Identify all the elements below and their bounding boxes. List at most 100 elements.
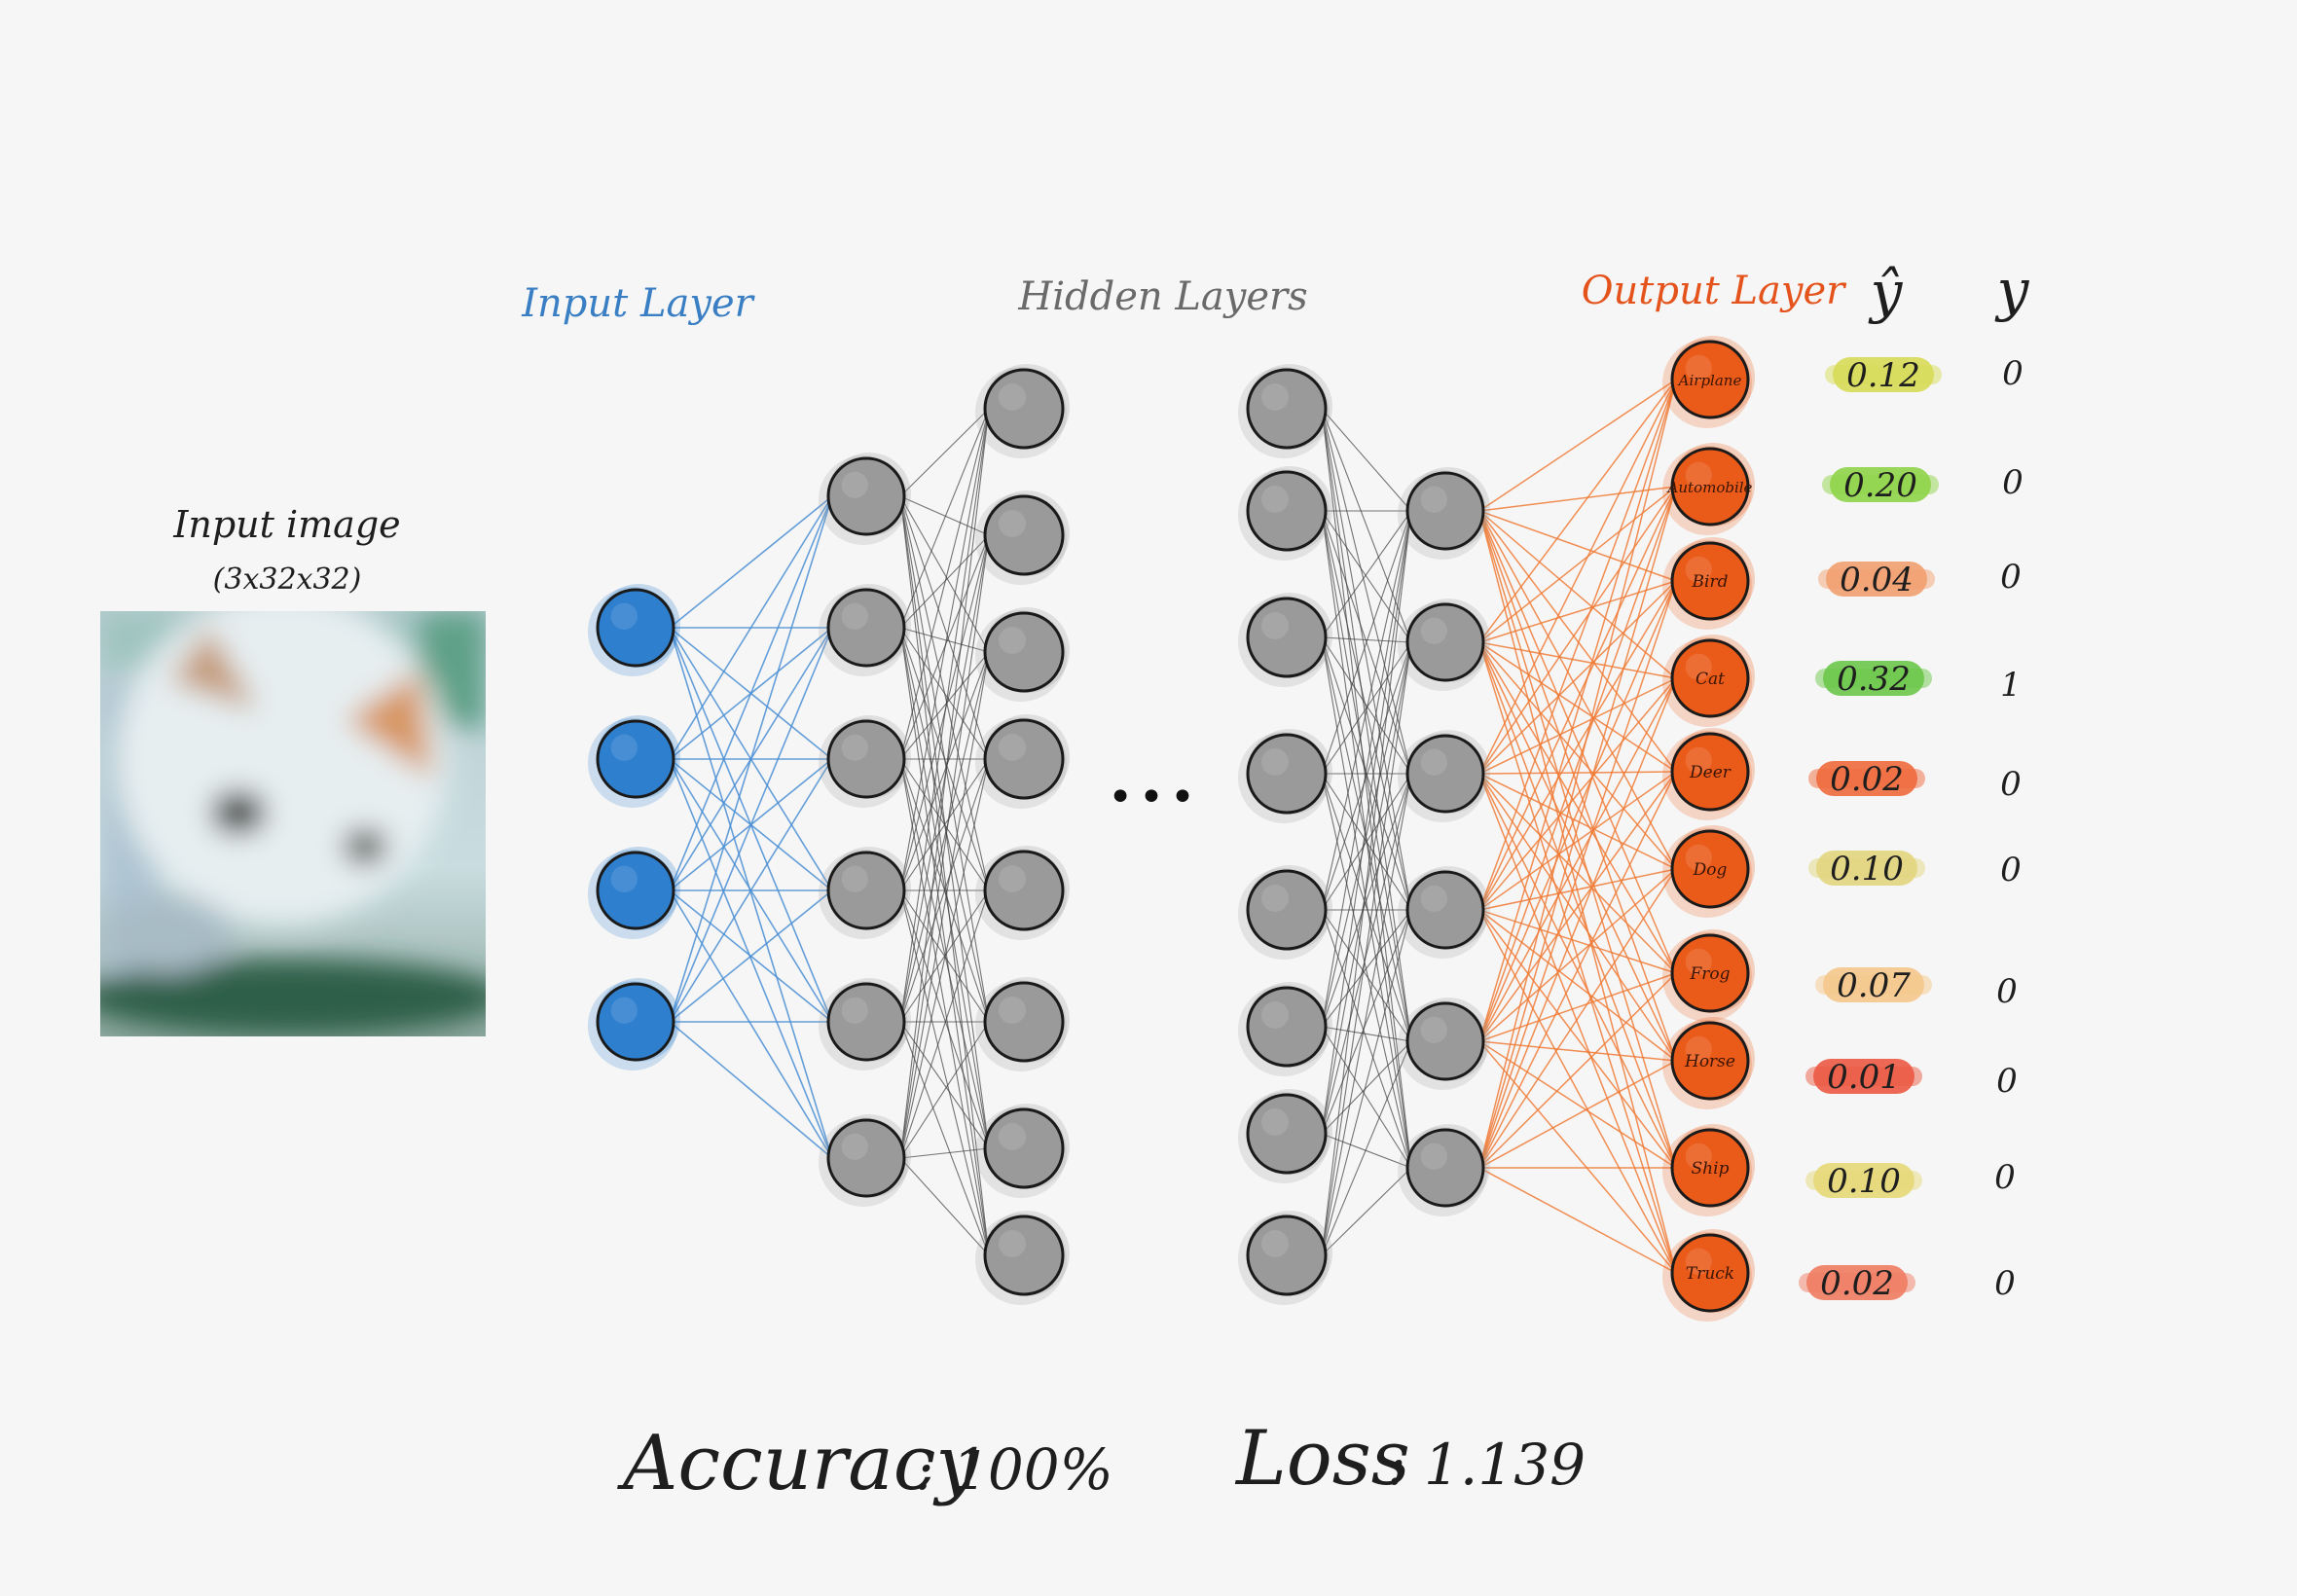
- hidden-hidden-edge: [1321, 1040, 1412, 1256]
- svg-text:0.02: 0.02: [1830, 760, 1904, 799]
- hidden-hidden-edge: [899, 408, 990, 1159]
- svg-text:0.07: 0.07: [1837, 966, 1911, 1005]
- hidden2-neuron: [975, 977, 1070, 1071]
- prediction-value: 0.10: [1805, 1162, 1922, 1201]
- target-value: 0: [1994, 1264, 2016, 1303]
- network-diagram: Airplane Automobile Bird Cat Deer Dog Frog Hors…: [0, 0, 2297, 1596]
- hidden-hidden-edge: [1321, 773, 1412, 1028]
- input-neuron: [588, 847, 680, 939]
- neuron-nodes: Airplane Automobile Bird Cat Deer Dog Frog Hors…: [588, 336, 1755, 1322]
- hidden-hidden-edge: [1321, 773, 1412, 1135]
- input-layer-title: Input Layer: [521, 281, 755, 326]
- input-neuron: [588, 715, 680, 808]
- hidden-output-edge: [1478, 641, 1677, 679]
- hidden-output-edge: [1478, 641, 1677, 1062]
- hidden-hidden-edge: [1321, 408, 1412, 512]
- target-value: 0: [2002, 463, 2024, 502]
- target-value: 0: [2000, 765, 2022, 804]
- hidden1-neuron: [819, 584, 911, 676]
- input-hidden-edge: [669, 495, 833, 629]
- hidden3-neuron: [1238, 982, 1332, 1076]
- hidden3-neuron: [1238, 1089, 1332, 1183]
- prediction-value: 0.07: [1815, 966, 1932, 1005]
- hidden-output-edge: [1478, 510, 1677, 1274]
- hidden1-neuron: [819, 453, 911, 545]
- svg-text:0.10: 0.10: [1827, 1162, 1901, 1201]
- hidden1-neuron: [819, 978, 911, 1070]
- hidden-hidden-edge: [899, 1157, 990, 1256]
- target-value: 1: [2000, 666, 2022, 705]
- output-class-label: Cat: [1695, 670, 1725, 689]
- hidden2-neuron: [975, 364, 1070, 458]
- hidden-output-edge: [1478, 1040, 1677, 1169]
- output-class-label: Truck: [1686, 1264, 1734, 1284]
- hidden4-neuron: [1398, 598, 1490, 691]
- hidden-output-edge: [1478, 486, 1677, 1169]
- hidden2-neuron: [975, 1211, 1070, 1305]
- output-class-label: Ship: [1692, 1159, 1730, 1179]
- hidden3-neuron: [1238, 364, 1332, 458]
- output-class-label: Airplane: [1677, 372, 1742, 389]
- output-class-label: Bird: [1692, 572, 1729, 592]
- hidden2-neuron: [975, 714, 1070, 809]
- prediction-value: 0.02: [1799, 1264, 1915, 1303]
- loss-value: : 1.139: [1387, 1432, 1586, 1498]
- hidden-hidden-edge: [1321, 773, 1412, 1042]
- hidden-output-edge: [1478, 379, 1677, 775]
- target-value: 0: [1996, 972, 2018, 1011]
- hidden3-neuron: [1238, 593, 1332, 687]
- target-value: 0: [1996, 1062, 2018, 1101]
- input-hidden-edge: [669, 889, 833, 1159]
- hidden4-neuron: [1398, 998, 1490, 1090]
- target-value: 0: [1994, 1158, 2016, 1197]
- output-class-label: Deer: [1689, 763, 1732, 782]
- output-class-label: Dog: [1693, 860, 1728, 880]
- input-neuron: [588, 978, 680, 1070]
- hidden-hidden-edge: [899, 534, 990, 629]
- hidden4-neuron: [1398, 467, 1490, 560]
- prediction-column: 0.12 0.20 0.04 0.32 0.02 0.10 0.07 0.01 0.10 0.02: [1799, 356, 1942, 1303]
- accuracy-value: : 100%: [915, 1436, 1113, 1503]
- hidden1-neuron: [819, 1114, 911, 1207]
- hidden-output-edge: [1478, 379, 1677, 643]
- target-column: 0 0 0 1 0 0 0 0 0 0: [1994, 354, 2024, 1303]
- target-value: 0: [2000, 558, 2022, 597]
- svg-text:0.02: 0.02: [1820, 1264, 1894, 1303]
- hidden3-neuron: [1238, 466, 1332, 561]
- prediction-value: 0.10: [1808, 850, 1925, 889]
- hidden-output-edge: [1478, 773, 1677, 1274]
- svg-text:0.20: 0.20: [1843, 466, 1917, 505]
- hidden3-neuron: [1238, 729, 1332, 823]
- svg-text:0.01: 0.01: [1827, 1058, 1901, 1097]
- layer-ellipsis: •••: [1108, 773, 1201, 822]
- hidden1-neuron: [819, 847, 911, 939]
- input-image: [100, 611, 486, 1036]
- loss-label: Loss: [1234, 1415, 1410, 1503]
- hidden4-neuron: [1398, 1124, 1490, 1216]
- hidden-hidden-edge: [1321, 909, 1412, 1256]
- hidden2-neuron: [975, 846, 1070, 940]
- y-header: y: [1994, 257, 2030, 323]
- input-hidden-edge: [669, 1021, 833, 1159]
- prediction-value: 0.02: [1808, 760, 1925, 799]
- input-neuron: [588, 584, 680, 676]
- prediction-value: 0.12: [1825, 356, 1942, 395]
- hidden-hidden-edge: [899, 651, 990, 1159]
- hidden4-neuron: [1398, 730, 1490, 822]
- output-class-label: Horse: [1684, 1052, 1735, 1071]
- output-class-label: Automobile: [1666, 479, 1753, 496]
- hidden2-neuron: [975, 607, 1070, 702]
- target-value: 0: [2002, 354, 2024, 393]
- hidden1-neuron: [819, 715, 911, 808]
- diagram-canvas: Airplane Automobile Bird Cat Deer Dog Frog Hors…: [100, 257, 2030, 1507]
- hidden3-neuron: [1238, 865, 1332, 960]
- accuracy-metric: Accuracy : 100%: [617, 1420, 1113, 1507]
- input-hidden-edge: [669, 495, 833, 891]
- prediction-value: 0.04: [1818, 561, 1935, 599]
- hidden-output-edge: [1478, 510, 1677, 1062]
- target-value: 0: [2000, 851, 2022, 889]
- svg-text:0.12: 0.12: [1846, 356, 1920, 395]
- hidden2-neuron: [975, 490, 1070, 585]
- input-hidden-edge: [669, 627, 833, 1159]
- prediction-value: 0.32: [1815, 660, 1932, 699]
